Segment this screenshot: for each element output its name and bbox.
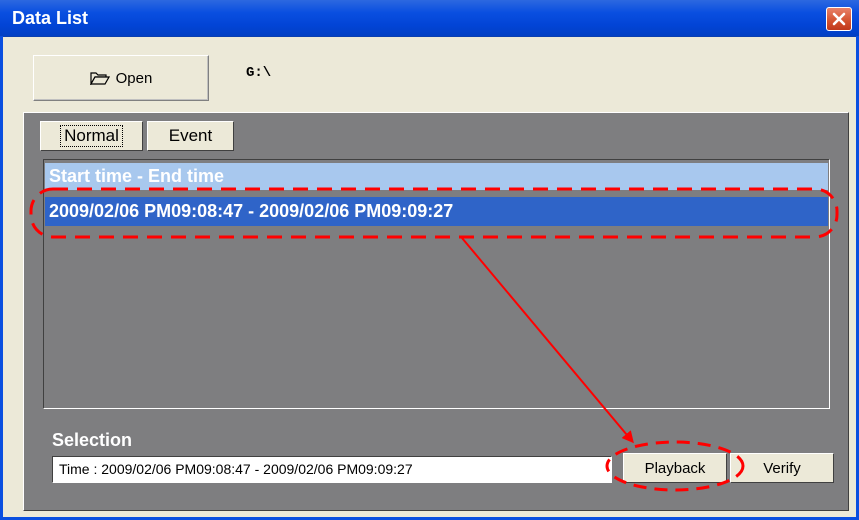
window-title: Data List	[12, 8, 89, 28]
list-item[interactable]: 2009/02/06 PM09:08:47 - 2009/02/06 PM09:…	[45, 197, 828, 226]
close-button[interactable]	[826, 7, 852, 31]
open-button[interactable]: Open	[33, 55, 209, 101]
data-list-window: Data List Open G:\ Normal Event Start ti…	[0, 0, 859, 520]
title-bar[interactable]: Data List	[0, 0, 859, 37]
selection-label: Selection	[52, 430, 133, 450]
selection-time-field[interactable]: Time : 2009/02/06 PM09:08:47 - 2009/02/0…	[52, 456, 612, 483]
window-frame-left	[0, 36, 3, 520]
tab-normal[interactable]: Normal	[40, 121, 143, 151]
tab-normal-label: Normal	[60, 125, 123, 147]
tab-event[interactable]: Event	[147, 121, 234, 151]
tab-event-label: Event	[168, 126, 213, 145]
playback-button[interactable]: Playback	[623, 453, 727, 483]
open-button-label: Open	[115, 69, 153, 87]
folder-open-icon	[89, 72, 110, 85]
verify-button[interactable]: Verify	[730, 453, 834, 483]
close-icon	[832, 12, 846, 26]
list-column-header[interactable]: Start time - End time	[45, 163, 828, 190]
current-path: G:\	[246, 65, 272, 81]
